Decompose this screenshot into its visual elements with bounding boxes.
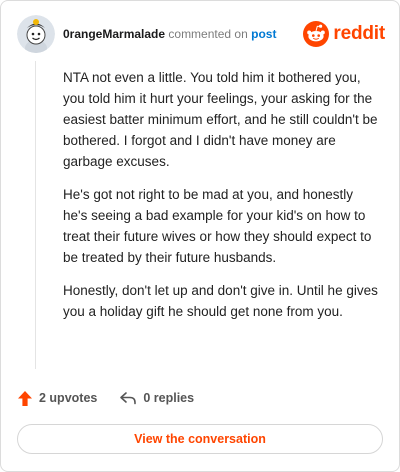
comment-body: NTA not even a little. You told him it b… xyxy=(63,67,381,334)
thread-line[interactable] xyxy=(35,61,36,369)
upvote-arrow-icon xyxy=(18,390,32,406)
comment-paragraph: NTA not even a little. You told him it b… xyxy=(63,70,378,169)
reddit-icon xyxy=(303,21,330,47)
comment-card: 0rangeMarmalade commented on post reddit… xyxy=(0,0,400,472)
reply-icon xyxy=(120,392,137,405)
comment-paragraph: Honestly, don't let up and don't give in… xyxy=(63,283,378,319)
reddit-logo[interactable]: reddit xyxy=(303,21,385,47)
comment-header: 0rangeMarmalade commented on post xyxy=(63,27,276,41)
reddit-wordmark: reddit xyxy=(333,23,385,44)
username-link[interactable]: 0rangeMarmalade xyxy=(63,27,165,41)
reply-button[interactable]: 0 replies xyxy=(119,391,194,405)
reply-count: 0 replies xyxy=(143,391,195,405)
avatar-image xyxy=(17,15,55,53)
comment-paragraph: He's got not right to be mad at you, and… xyxy=(63,187,372,265)
comment-footer: 2 upvotes 0 replies xyxy=(17,387,194,409)
action-text: commented on xyxy=(168,27,248,41)
post-link[interactable]: post xyxy=(251,27,276,41)
view-conversation-button[interactable]: View the conversation xyxy=(17,424,383,454)
upvote-count: 2 upvotes xyxy=(39,391,98,405)
avatar[interactable] xyxy=(17,15,55,53)
upvote-button[interactable]: 2 upvotes xyxy=(17,390,97,407)
